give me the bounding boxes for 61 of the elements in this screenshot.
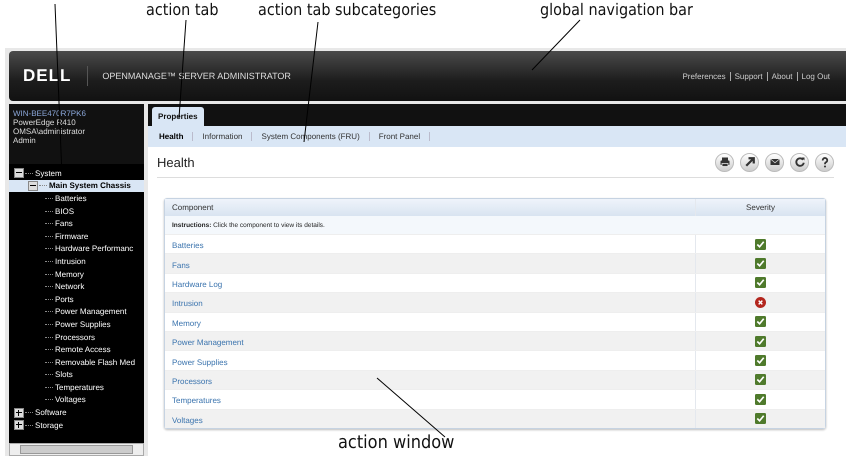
tree-item[interactable]: Firmware bbox=[9, 230, 144, 243]
nav-link[interactable]: Preferences bbox=[678, 72, 730, 80]
system-info-text: Admin bbox=[13, 136, 37, 145]
expander-icon[interactable] bbox=[14, 168, 24, 178]
tree-item[interactable]: Intrusion bbox=[9, 255, 144, 268]
leader-line bbox=[532, 20, 580, 70]
callout-label: action tab subcategories bbox=[258, 1, 436, 19]
system-info-text: WIN-BEE470R7PK6 bbox=[13, 109, 87, 118]
product-name: OPENMANAGE™ SERVER ADMINISTRATOR bbox=[102, 71, 291, 81]
nav-link[interactable]: About bbox=[766, 72, 797, 80]
subtab[interactable]: Information bbox=[193, 132, 252, 141]
page-title: Health bbox=[157, 154, 195, 170]
column-header: Component bbox=[171, 203, 214, 212]
component-link[interactable]: Intrusion bbox=[172, 299, 203, 308]
tree-item[interactable]: System bbox=[9, 167, 144, 180]
tree-item[interactable]: Ports bbox=[9, 292, 144, 306]
system-info-text: PowerEdge R410 bbox=[13, 118, 77, 127]
component-link[interactable]: Batteries bbox=[172, 241, 204, 250]
tree-item[interactable]: Power Supplies bbox=[9, 318, 144, 331]
nav-link[interactable]: Log Out bbox=[796, 72, 834, 80]
refresh-icon[interactable] bbox=[790, 152, 809, 172]
nav-link[interactable]: Support bbox=[730, 72, 767, 80]
tree-item[interactable]: Main System Chassis bbox=[9, 180, 144, 192]
expander-icon[interactable] bbox=[14, 408, 24, 418]
tree-item[interactable]: Batteries bbox=[9, 192, 144, 205]
system-info-text: OMSA\administrator bbox=[13, 127, 86, 136]
component-link[interactable]: Hardware Log bbox=[172, 280, 222, 289]
logo: DELL bbox=[23, 66, 88, 86]
callout-label: action window bbox=[338, 434, 454, 452]
tree-item[interactable]: Temperatures bbox=[9, 381, 144, 394]
expander-icon[interactable] bbox=[14, 420, 24, 430]
tree-item[interactable]: Voltages bbox=[9, 394, 144, 406]
tree-item[interactable]: Memory bbox=[9, 268, 144, 280]
tree-item[interactable]: BIOS bbox=[9, 204, 144, 218]
expander-icon[interactable] bbox=[28, 180, 38, 191]
component-link[interactable]: Power Management bbox=[172, 338, 244, 348]
tab[interactable]: Properties bbox=[152, 107, 204, 126]
component-link[interactable]: Fans bbox=[172, 260, 190, 270]
tree-item[interactable]: Fans bbox=[9, 217, 144, 230]
horizontal-scrollbar[interactable] bbox=[9, 443, 144, 456]
tree-item[interactable]: Removable Flash Med bbox=[9, 356, 144, 368]
tree-item[interactable]: Hardware Performanc bbox=[9, 242, 144, 256]
subtab[interactable]: Health bbox=[150, 132, 194, 141]
component-link[interactable]: Temperatures bbox=[172, 396, 221, 406]
callout-label: action tab bbox=[146, 1, 218, 19]
component-link[interactable]: Power Supplies bbox=[172, 358, 228, 367]
help-icon[interactable] bbox=[815, 152, 834, 172]
component-link[interactable]: Voltages bbox=[172, 416, 203, 425]
tree-item[interactable]: Slots bbox=[9, 368, 144, 382]
tree-item[interactable]: Remote Access bbox=[9, 343, 144, 356]
tree-item[interactable]: Power Management bbox=[9, 306, 144, 318]
tree-item[interactable]: Storage bbox=[9, 418, 144, 432]
component-link[interactable]: Processors bbox=[172, 376, 212, 386]
print-icon[interactable] bbox=[715, 152, 734, 172]
tree-item[interactable]: Processors bbox=[9, 330, 144, 344]
subtab[interactable]: Front Panel bbox=[370, 132, 430, 141]
tree-item[interactable]: Network bbox=[9, 280, 144, 293]
tree-item[interactable]: Software bbox=[9, 406, 144, 419]
component-link[interactable]: Memory bbox=[172, 318, 201, 328]
email-icon[interactable] bbox=[765, 152, 784, 172]
callout-label: global navigation bar bbox=[540, 1, 693, 19]
